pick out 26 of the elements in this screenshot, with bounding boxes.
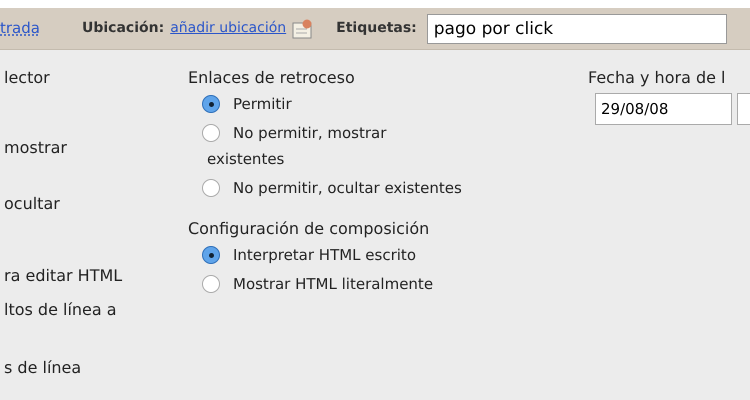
link[interactable]: trada — [0, 17, 40, 40]
form-label: ltos de línea a — [3, 300, 118, 320]
form-label: ocultar — [3, 194, 61, 214]
radio-button[interactable] — [202, 179, 220, 197]
option-label[interactable]: No permitir, ocultar existentes — [202, 175, 462, 201]
form-label: ra editar HTML — [3, 266, 124, 286]
section-heading: Enlaces de retroceso — [188, 68, 356, 88]
option-label[interactable]: Mostrar HTML literalmente — [202, 271, 462, 297]
radio-button[interactable] — [202, 275, 220, 293]
tags-label: Etiquetas: — [336, 19, 417, 38]
form-label: s de línea — [3, 358, 82, 378]
option-label[interactable]: No permitir, mostrar existentes — [202, 120, 462, 172]
option-label[interactable]: Permitir — [202, 91, 462, 117]
add-location-link[interactable]: añadir ubicación — [170, 18, 286, 39]
radio-button[interactable] — [202, 246, 220, 264]
radio-button[interactable] — [202, 124, 220, 142]
section-heading: Configuración de composición — [188, 219, 430, 239]
option-label[interactable]: Interpretar HTML escrito — [202, 242, 462, 268]
form-label: lector — [3, 68, 51, 88]
date-field[interactable]: 29/08/08 — [595, 93, 732, 125]
form-label: mostrar — [3, 138, 68, 158]
map-pin-icon[interactable] — [292, 18, 314, 38]
radio-button[interactable] — [202, 95, 220, 113]
section-heading: Fecha y hora de l — [588, 68, 726, 88]
tags-field[interactable]: pago por click — [426, 14, 727, 44]
location-label: Ubicación: — [82, 19, 164, 38]
